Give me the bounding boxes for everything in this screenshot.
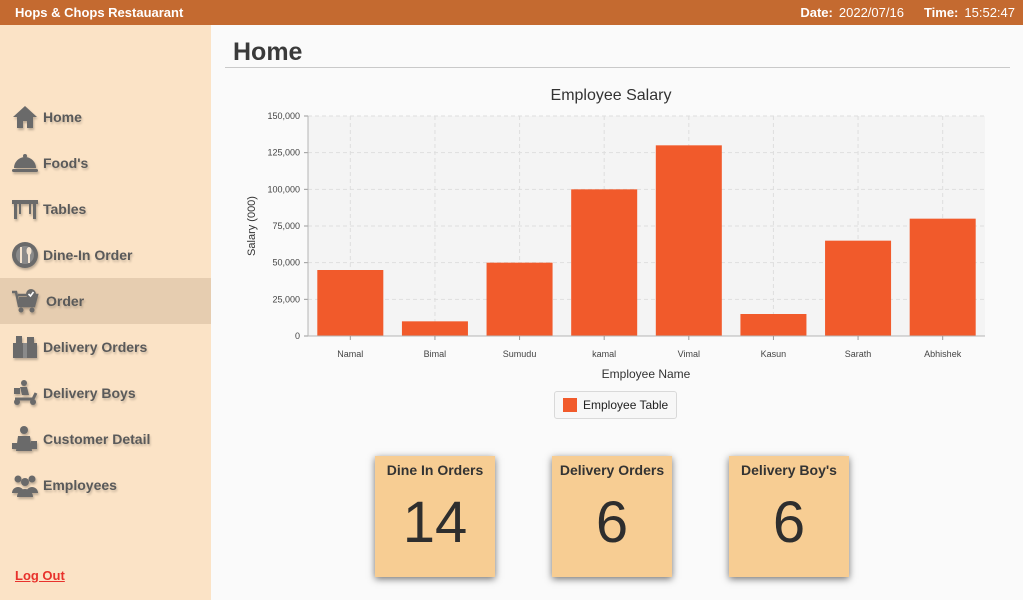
x-tick-label: Sarath bbox=[845, 349, 872, 359]
stat-value: 6 bbox=[772, 490, 806, 555]
stat-label: Dine In Orders bbox=[386, 462, 484, 478]
y-tick-label: 50,000 bbox=[272, 258, 300, 268]
sidebar-item-label: Delivery Boys bbox=[43, 385, 136, 401]
sidebar-item-order[interactable]: Order bbox=[0, 278, 211, 324]
sidebar-item-label: Tables bbox=[43, 201, 87, 217]
bar-vimal bbox=[655, 145, 722, 336]
sidebar-item-label: Dine-In Order bbox=[43, 247, 133, 263]
bar-abhishek bbox=[909, 218, 976, 336]
page-title: Home bbox=[233, 38, 303, 66]
y-tick-label: 75,000 bbox=[272, 221, 300, 231]
sidebar-item-employees[interactable]: Employees bbox=[0, 462, 211, 508]
app-title: Hops & Chops Restauarant bbox=[15, 5, 184, 20]
sidebar-item-label: Delivery Orders bbox=[43, 339, 148, 355]
bar-kasun bbox=[740, 314, 807, 336]
sidebar-item-customer-detail[interactable]: Customer Detail bbox=[0, 416, 211, 462]
food-cloche-icon bbox=[10, 148, 40, 178]
employees-icon bbox=[10, 470, 40, 500]
sidebar-item-home[interactable]: Home bbox=[0, 94, 211, 140]
sidebar-item-tables[interactable]: Tables bbox=[0, 186, 211, 232]
employee-salary-chart: 0 25,000 50,000 75,000 100,000 125,000 150,000… bbox=[246, 87, 985, 381]
time-label: Time: bbox=[923, 5, 959, 20]
chart-title: Employee Salary bbox=[551, 87, 672, 104]
bar-bimal bbox=[401, 321, 468, 336]
x-tick-label: kamal bbox=[592, 349, 616, 359]
sidebar-item-label: Food's bbox=[43, 155, 89, 171]
title-divider bbox=[225, 67, 1010, 68]
sidebar-item-label: Order bbox=[46, 293, 85, 309]
stat-card-delivery-boys: Delivery Boy's 6 bbox=[729, 456, 849, 577]
x-tick-label: Vimal bbox=[678, 349, 700, 359]
sidebar-item-delivery-orders[interactable]: Delivery Orders bbox=[0, 324, 211, 370]
table-icon bbox=[10, 194, 40, 224]
scooter-icon bbox=[10, 378, 40, 408]
y-tick-label: 25,000 bbox=[272, 294, 300, 304]
x-tick-label: Sumudu bbox=[503, 349, 537, 359]
y-tick-label: 125,000 bbox=[267, 148, 300, 158]
dine-in-plate-icon bbox=[10, 240, 40, 270]
customer-icon bbox=[10, 424, 40, 454]
stat-card-dine-in-orders: Dine In Orders 14 bbox=[375, 456, 495, 577]
stat-label: Delivery Boy's bbox=[741, 462, 837, 478]
delivery-box-icon bbox=[10, 332, 40, 362]
sidebar-item-dine-in-order[interactable]: Dine-In Order bbox=[0, 232, 211, 278]
legend-swatch bbox=[563, 398, 577, 412]
sidebar: Home Food's Tables Dine-In Order Order D… bbox=[0, 25, 211, 600]
y-tick-label: 0 bbox=[295, 331, 300, 341]
stat-value: 6 bbox=[595, 490, 629, 555]
x-tick-label: Kasun bbox=[761, 349, 787, 359]
sidebar-item-label: Home bbox=[43, 109, 82, 125]
stat-card-delivery-orders: Delivery Orders 6 bbox=[552, 456, 672, 577]
logout-link[interactable]: Log Out bbox=[15, 568, 65, 583]
time-value: 15:52:47 bbox=[964, 5, 1015, 20]
bar-namal bbox=[317, 270, 384, 336]
stat-label: Delivery Orders bbox=[559, 462, 665, 478]
x-axis-title: Employee Name bbox=[602, 367, 691, 381]
x-tick-label: Abhishek bbox=[924, 349, 962, 359]
sidebar-item-foods[interactable]: Food's bbox=[0, 140, 211, 186]
sidebar-item-label: Employees bbox=[43, 477, 117, 493]
x-tick-label: Namal bbox=[337, 349, 363, 359]
date-time-display: Date: 2022/07/16 Time: 15:52:47 bbox=[800, 5, 1015, 20]
title-bar: Hops & Chops Restauarant Date: 2022/07/1… bbox=[0, 0, 1023, 25]
date-label: Date: bbox=[800, 5, 833, 20]
main-content: Home 0 25,000 50,000 75,000 100,000 125,000 15… bbox=[211, 25, 1023, 600]
y-tick-label: 100,000 bbox=[267, 184, 300, 194]
bar-sarath bbox=[825, 240, 892, 336]
sidebar-item-delivery-boys[interactable]: Delivery Boys bbox=[0, 370, 211, 416]
x-tick-label: Bimal bbox=[424, 349, 447, 359]
bar-kamal bbox=[571, 189, 638, 336]
y-axis-title: Salary (000) bbox=[246, 196, 258, 256]
cart-icon bbox=[10, 286, 40, 316]
date-value: 2022/07/16 bbox=[838, 5, 904, 20]
y-tick-label: 150,000 bbox=[267, 111, 300, 121]
home-icon bbox=[10, 102, 40, 132]
stat-value: 14 bbox=[402, 490, 468, 555]
legend-label: Employee Table bbox=[583, 398, 669, 412]
chart-legend: Employee Table bbox=[554, 391, 678, 419]
bar-sumudu bbox=[486, 262, 553, 336]
sidebar-item-label: Customer Detail bbox=[43, 431, 151, 447]
